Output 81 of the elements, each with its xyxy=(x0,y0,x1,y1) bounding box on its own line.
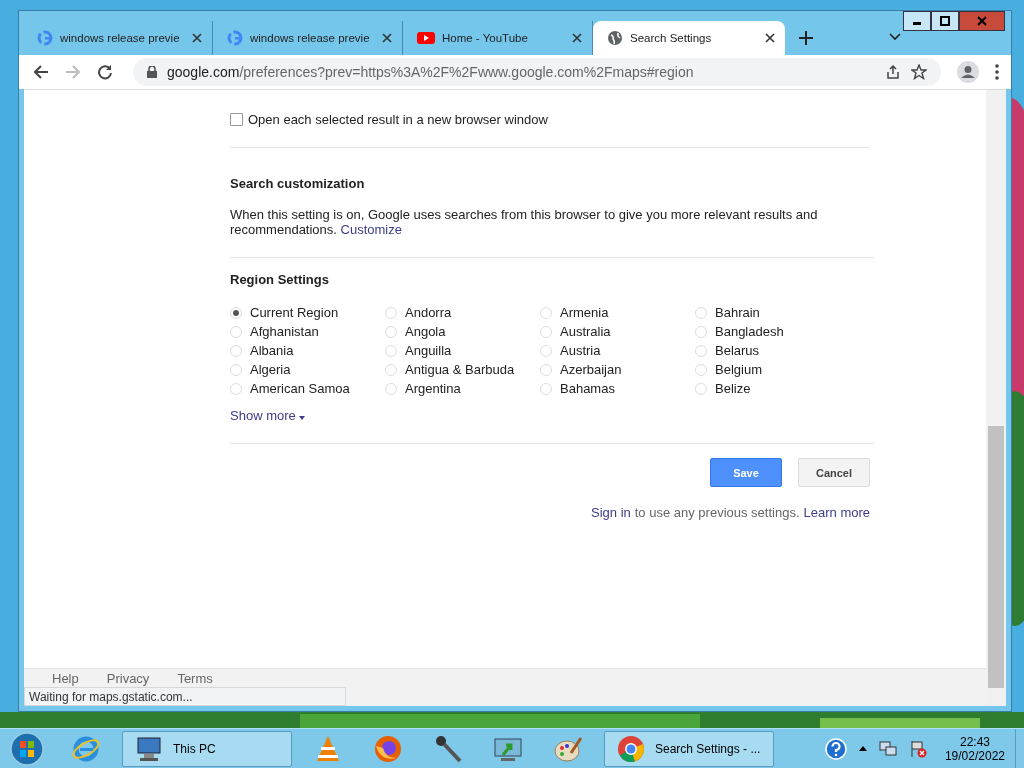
clock-date: 19/02/2022 xyxy=(944,748,1005,763)
radio-label: Belarus xyxy=(715,343,760,358)
learn-more-link[interactable]: Learn more xyxy=(803,505,870,520)
computer-icon xyxy=(135,735,163,762)
radio-label: Afghanistan xyxy=(250,324,319,339)
lock-icon xyxy=(147,66,157,78)
maximize-icon xyxy=(940,16,950,26)
close-icon[interactable] xyxy=(572,33,582,43)
forward-icon[interactable] xyxy=(65,64,81,80)
radio-label: Andorra xyxy=(405,305,452,320)
close-icon[interactable] xyxy=(765,33,775,43)
caret-down-icon xyxy=(299,416,306,420)
radio-label: American Samoa xyxy=(250,381,350,396)
checkbox-label: Open each selected result in a new browser window xyxy=(248,112,548,127)
radio-label: Current Region xyxy=(250,305,339,320)
radio-label: Anguilla xyxy=(405,343,452,358)
radio-label: Bangladesh xyxy=(715,324,784,339)
footer-link[interactable]: Privacy xyxy=(106,671,150,686)
close-icon[interactable] xyxy=(382,33,392,43)
menu-icon[interactable] xyxy=(995,64,999,80)
description-text: When this setting is on, Google uses searches from this browser to give you more relevant results and recommendations. Customize xyxy=(230,207,819,237)
radio-label: Bahrain xyxy=(715,305,760,320)
section-heading: Search customization xyxy=(230,176,366,191)
tab-title: Search Settings xyxy=(630,32,713,44)
sign-in-link[interactable]: Sign in xyxy=(591,505,631,520)
new-tab-icon[interactable] xyxy=(799,31,813,45)
radio-label: Austria xyxy=(560,343,601,358)
taskbar-button[interactable]: Search Settings - ... xyxy=(604,730,774,767)
sign-in-text: to use any previous settings. xyxy=(634,505,800,520)
tab-title: windows release previe xyxy=(60,32,181,44)
close-button[interactable] xyxy=(959,11,1005,31)
close-icon xyxy=(977,16,987,26)
status-bubble: Waiting for maps.gstatic.com... xyxy=(24,687,346,706)
close-icon[interactable] xyxy=(192,33,202,43)
play-icon xyxy=(417,31,435,45)
fox-globe-icon[interactable] xyxy=(373,733,403,764)
flag-error-icon[interactable] xyxy=(908,739,927,758)
google-icon xyxy=(37,30,53,46)
radio-label: Antigua & Barbuda xyxy=(405,362,515,377)
minimize-button[interactable] xyxy=(903,11,931,31)
clock-time: 22:43 xyxy=(959,734,990,749)
url-text: google.com/preferences?prev=https%3A%2F%2Fwww.google.com%2Fmaps#region xyxy=(167,64,694,80)
radio-label: Albania xyxy=(250,343,294,358)
footer-link[interactable]: Terms xyxy=(177,671,213,686)
microphone-icon[interactable] xyxy=(433,733,463,764)
radio-label: Australia xyxy=(560,324,611,339)
radio-label: Bahamas xyxy=(560,381,615,396)
radio-label: Algeria xyxy=(250,362,291,377)
show-more-link[interactable]: Show more xyxy=(230,408,306,423)
google-icon xyxy=(227,30,243,46)
help-icon[interactable] xyxy=(824,737,847,760)
radio-label: Angola xyxy=(405,324,446,339)
clock[interactable]: 22:43 19/02/2022 xyxy=(944,734,1005,763)
footer-link[interactable]: Help xyxy=(52,671,79,686)
radio-label: Argentina xyxy=(405,381,461,396)
radio-label: Belgium xyxy=(715,362,762,377)
tab-title: Home - YouTube xyxy=(442,32,529,44)
caret-up-icon[interactable] xyxy=(858,746,867,751)
browser-tab[interactable]: Search Settings xyxy=(593,21,785,55)
globe-icon xyxy=(607,30,623,46)
address-bar[interactable]: google.com/preferences?prev=https%3A%2F%2Fwww.google.com%2Fmaps#region xyxy=(133,58,941,86)
customize-link[interactable]: Customize xyxy=(340,222,402,237)
radio-label: Armenia xyxy=(560,305,609,320)
back-icon[interactable] xyxy=(33,64,49,80)
reload-icon[interactable] xyxy=(97,64,113,80)
maximize-button[interactable] xyxy=(931,11,959,31)
taskbar-button[interactable]: This PC xyxy=(122,730,292,767)
star-icon[interactable] xyxy=(911,64,927,80)
cancel-button[interactable]: Cancel xyxy=(798,458,870,487)
radio-label: Azerbaijan xyxy=(560,362,622,377)
chevron-down-icon[interactable] xyxy=(889,33,901,41)
profile-icon[interactable] xyxy=(957,61,979,83)
start-button[interactable] xyxy=(10,731,44,766)
radio-label: Belize xyxy=(715,381,751,396)
share-icon[interactable] xyxy=(885,64,901,80)
chrome-icon xyxy=(617,734,645,763)
section-heading: Region Settings xyxy=(230,272,330,287)
tab-title: windows release previe xyxy=(250,32,371,44)
checkbox[interactable] xyxy=(230,113,243,126)
scrollbar[interactable] xyxy=(986,90,1006,706)
network-icon[interactable] xyxy=(878,740,897,757)
